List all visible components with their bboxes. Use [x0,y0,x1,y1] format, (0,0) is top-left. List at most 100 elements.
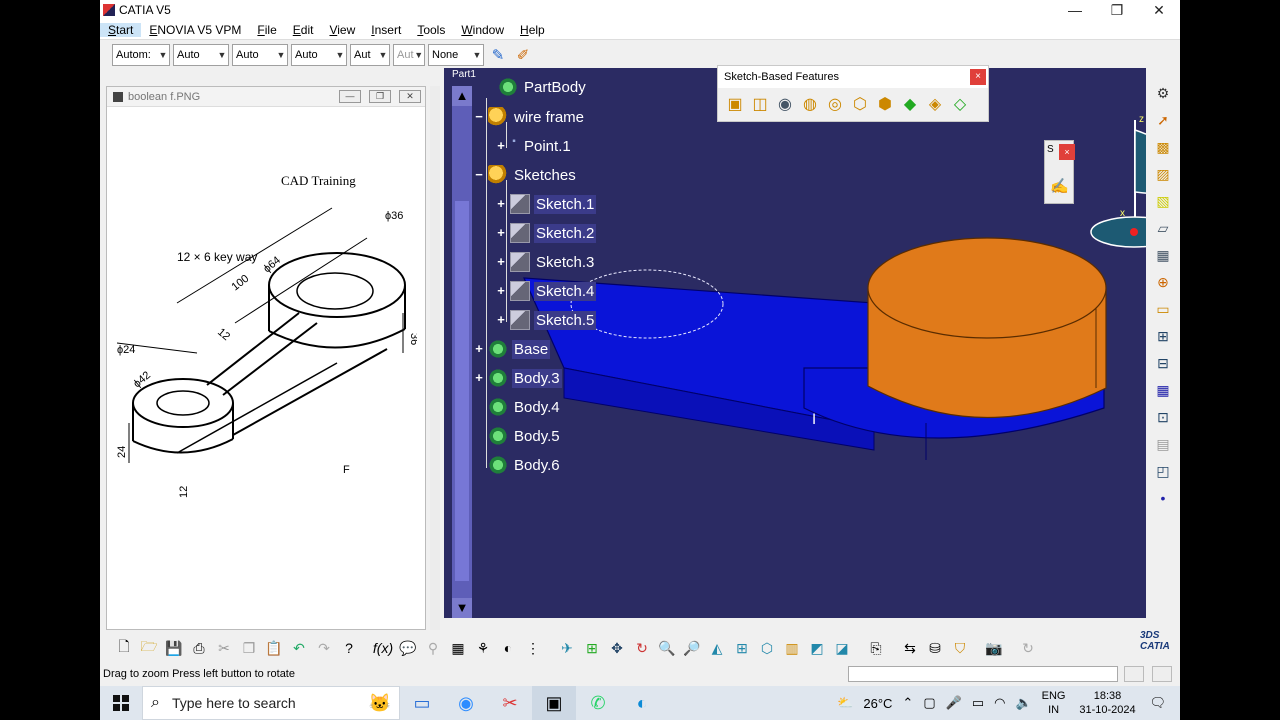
color-combo[interactable]: Autom: ▼ [112,44,170,66]
hide-show-icon[interactable]: ◩ [805,637,829,659]
viewer-close-button[interactable]: ✕ [399,90,421,103]
point-target-icon[interactable]: ⊕ [1152,271,1174,293]
swap-space-icon[interactable]: ◪ [830,637,854,659]
link-icon[interactable]: ⚲ [421,637,445,659]
menu-file[interactable]: File [249,23,284,37]
status-button-1[interactable] [1124,666,1144,682]
tree-item-wire-frame[interactable]: − wire frame [474,106,586,128]
menu-view[interactable]: View [321,23,363,37]
snipping-tool-icon[interactable]: ✂ [488,686,532,720]
notification-icon[interactable]: 🗨 [1149,695,1166,711]
taskbar-app-1[interactable]: ▭ [400,686,444,720]
linewidth-combo[interactable]: Auto ▼ [232,44,288,66]
table-icon[interactable]: ▦ [446,637,470,659]
tree-item-body-6[interactable]: Body.6 [488,454,562,476]
viewer-splitter[interactable] [430,86,440,630]
restore-button[interactable]: ❐ [1096,0,1138,20]
catia-taskbar-icon[interactable]: ▣ [532,686,576,720]
fly-mode-icon[interactable]: ✈ [555,637,579,659]
settings-icon[interactable]: ⚙ [1152,82,1174,104]
menu-insert[interactable]: Insert [363,23,409,37]
device-icon[interactable]: ▢ [923,695,935,711]
refresh-icon[interactable]: ↻ [1016,637,1040,659]
zoom-out-icon[interactable]: 🔎 [680,637,704,659]
rotate-icon[interactable]: ↻ [630,637,654,659]
volume-icon[interactable]: 🔈 [1015,695,1031,711]
save-icon[interactable]: 💾 [162,637,186,659]
insert-body-icon[interactable]: ▨ [1152,163,1174,185]
layer-combo[interactable]: None ▼ [428,44,484,66]
tree-item-sketches[interactable]: − Sketches [474,164,578,186]
select-arrow-icon[interactable]: ➚ [1152,109,1174,131]
tree-item-partbody[interactable]: PartBody [498,76,588,98]
normal-view-icon[interactable]: ◭ [705,637,729,659]
open-icon[interactable]: 🗁 [137,637,161,659]
fit-all-icon[interactable]: ⊞ [580,637,604,659]
body-box-icon[interactable]: ▩ [1152,136,1174,158]
knowledge-icon[interactable]: ⋮ [521,637,545,659]
clock[interactable]: 18:38 31-10-2024 [1075,689,1139,717]
pocket-icon[interactable]: ◫ [749,92,771,116]
save-management-icon[interactable]: ⛁ [923,637,947,659]
collapse-icon[interactable]: − [474,110,484,123]
start-button[interactable] [100,686,142,720]
law-icon[interactable]: ⚘ [471,637,495,659]
multi-section-solid-icon[interactable]: ◈ [924,92,946,116]
annotation-icon[interactable]: ◰ [1152,460,1174,482]
tree-item-point-1[interactable]: + ▪ Point.1 [496,135,573,157]
search-highlight-icon[interactable]: 🐱 [369,693,391,714]
zoom-in-icon[interactable]: 🔍 [655,637,679,659]
power-input-field[interactable] [848,666,1118,682]
graphic-properties-icon[interactable]: ✐ [512,44,534,66]
paste-icon[interactable]: 📋 [262,637,286,659]
taskbar-search-box[interactable]: ⌕ Type here to search 🐱 [142,686,400,720]
expand-icon[interactable]: + [496,313,506,326]
menu-enovia[interactable]: ENOVIA V5 VPM [141,23,249,37]
redo-icon[interactable]: ↷ [312,637,336,659]
expand-icon[interactable]: + [496,139,506,152]
snap-icon[interactable]: ⊡ [1152,406,1174,428]
linetype-combo[interactable]: Auto ▼ [291,44,347,66]
groove-icon[interactable]: ◍ [799,92,821,116]
removed-multi-section-icon[interactable]: ◇ [949,92,971,116]
tree-item-sketch-4[interactable]: + Sketch.4 [496,280,597,302]
collapse-icon[interactable]: − [474,168,484,181]
tree-item-sketch-2[interactable]: + Sketch.2 [496,222,597,244]
tree-item-sketch-3[interactable]: + Sketch.3 [496,251,596,273]
tree-item-sketch-1[interactable]: + Sketch.1 [496,193,597,215]
catalog-icon[interactable]: ◐ [496,637,520,659]
menu-window[interactable]: Window [453,23,512,37]
tree-item-body-3[interactable]: + Body.3 [474,367,562,389]
battery-icon[interactable]: ▭ [972,695,984,711]
viewer-restore-button[interactable]: ❐ [369,90,391,103]
camera-icon[interactable]: 📷 [982,637,1006,659]
whatsapp-icon[interactable]: ✆ [576,686,620,720]
shaft-icon[interactable]: ◉ [774,92,796,116]
undo-icon[interactable]: ↶ [287,637,311,659]
minimize-button[interactable]: — [1054,0,1096,20]
close-button[interactable]: ✕ [1138,0,1180,20]
update-icon[interactable]: ⎘ [864,637,888,659]
status-button-2[interactable] [1152,666,1172,682]
expand-icon[interactable]: + [496,197,506,210]
hole-icon[interactable]: ◎ [824,92,846,116]
menu-help[interactable]: Help [512,23,553,37]
cut-icon[interactable]: ✂ [212,637,236,659]
small-dot-icon[interactable]: • [1152,487,1174,509]
temperature[interactable]: 26°C [863,696,892,711]
language-indicator[interactable]: ENG IN [1042,689,1066,717]
zoom-app-icon[interactable]: ◉ [444,686,488,720]
print-icon[interactable]: ⎙ [187,637,211,659]
rib-icon[interactable]: ⬡ [849,92,871,116]
pad-icon[interactable]: ▣ [724,92,746,116]
sketcher-icon[interactable]: ✍ [1050,177,1069,195]
expand-icon[interactable]: + [496,284,506,297]
slot-icon[interactable]: ⬢ [874,92,896,116]
edge-icon[interactable]: ◐ [620,686,664,720]
new-icon[interactable]: 🗋 [112,637,136,659]
tree-item-body-5[interactable]: Body.5 [488,425,562,447]
whats-this-icon[interactable]: ? [337,637,361,659]
multi-view-icon[interactable]: ⊞ [730,637,754,659]
part-body-icon[interactable]: ▧ [1152,190,1174,212]
wifi-icon[interactable]: ◠ [994,695,1005,711]
